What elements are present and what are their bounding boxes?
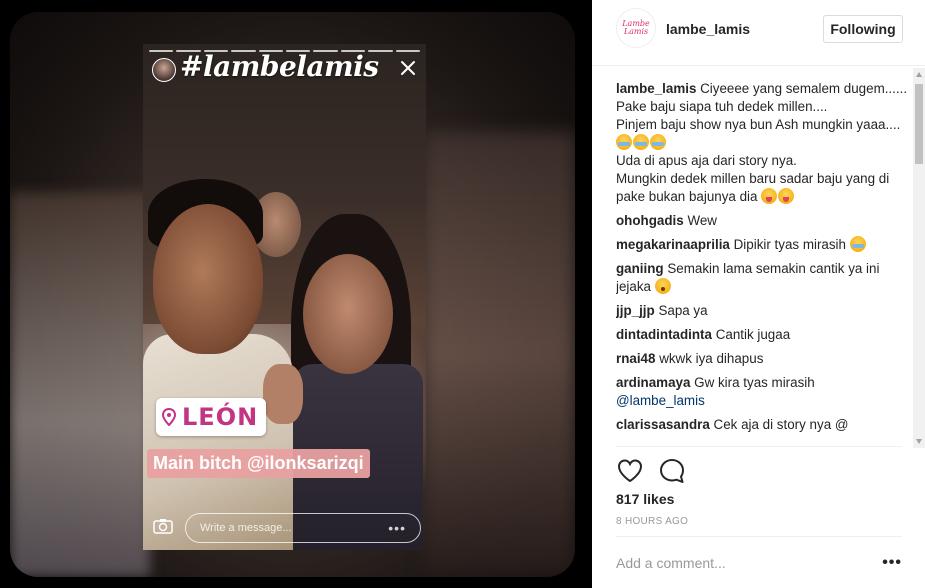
close-icon[interactable]: [398, 58, 418, 78]
crying-laughing-emoji-icon: [616, 134, 632, 150]
heart-icon[interactable]: [616, 457, 644, 485]
comment-username[interactable]: ardinamaya: [616, 375, 690, 390]
crying-laughing-emoji-icon: [650, 134, 666, 150]
caption-line-5: Mungkin dedek millen baru sadar baju yan…: [616, 171, 890, 204]
story-title: #lambelamis: [180, 50, 379, 83]
message-placeholder: Write a message...: [200, 522, 292, 534]
media-viewer: #lambelamis LEÓN Main bitch @ilonksarizq…: [0, 0, 592, 588]
location-sticker[interactable]: LEÓN: [156, 398, 267, 436]
more-options-button[interactable]: •••: [882, 554, 902, 572]
comment-text: Wew: [687, 213, 717, 228]
comment-username[interactable]: rnai48: [616, 351, 655, 366]
scroll-down-icon[interactable]: [916, 439, 922, 444]
avatar[interactable]: Lambe Lamis: [616, 8, 656, 48]
location-label: LEÓN: [182, 403, 259, 431]
comment-username[interactable]: jjp_jjp: [616, 303, 655, 318]
tongue-emoji-icon: [778, 188, 795, 204]
comment-bubble-icon[interactable]: [658, 457, 686, 485]
caption: lambe_lamis Ciyeeee yang semalem dugem..…: [616, 80, 908, 206]
list-item: ardinamaya Gw kira tyas mirasih @lambe_l…: [616, 374, 908, 410]
add-comment-field[interactable]: Add a comment... •••: [616, 536, 902, 588]
comments-scrollbar[interactable]: [913, 68, 925, 448]
message-input[interactable]: Write a message... •••: [185, 513, 421, 543]
post-timestamp[interactable]: 8 HOURS AGO: [616, 516, 688, 527]
person-right: [303, 254, 393, 374]
story-frame[interactable]: #lambelamis LEÓN Main bitch @ilonksarizq…: [143, 44, 426, 550]
surprised-emoji-icon: [654, 278, 671, 294]
comment-text: Sapa ya: [658, 303, 708, 318]
comment-input[interactable]: Add a comment...: [616, 555, 726, 571]
caption-line-1: Ciyeeee yang semalem dugem......: [700, 81, 908, 96]
mention-link[interactable]: @lambe_lamis: [616, 393, 705, 408]
story-avatar[interactable]: [152, 58, 176, 82]
post-actions: [616, 446, 902, 485]
comment-text: Gw kira tyas mirasih: [694, 375, 815, 390]
likes-count[interactable]: 817 likes: [616, 491, 674, 507]
camera-icon[interactable]: [153, 518, 173, 534]
comment-username[interactable]: clarissasandra: [616, 417, 710, 432]
comment-text: Dipikir tyas mirasih: [733, 237, 846, 252]
comment-username[interactable]: ohohgadis: [616, 213, 684, 228]
list-item: rnai48 wkwk iya dihapus: [616, 350, 908, 368]
avatar-logo: Lambe Lamis: [622, 19, 650, 36]
post-sidebar: Lambe Lamis lambe_lamis Following lambe_…: [592, 0, 925, 588]
scrollbar-thumb[interactable]: [915, 84, 923, 164]
caption-line-3: Pinjem baju show nya bun Ash mungkin yaa…: [616, 117, 901, 132]
mention-sticker[interactable]: Main bitch @ilonksarizqi: [147, 449, 370, 478]
post-header: Lambe Lamis lambe_lamis Following: [592, 0, 925, 66]
crying-laughing-emoji-icon: [849, 236, 866, 252]
comment-username[interactable]: megakarinaaprilia: [616, 237, 730, 252]
caption-username[interactable]: lambe_lamis: [616, 81, 696, 96]
caption-line-2: Pake baju siapa tuh dedek millen....: [616, 99, 828, 114]
list-item: ganiing Semakin lama semakin cantik ya i…: [616, 260, 908, 296]
list-item: megakarinaaprilia Dipikir tyas mirasih: [616, 236, 908, 254]
comment-username[interactable]: ganiing: [616, 261, 664, 276]
list-item: dintadintadinta Cantik jugaa: [616, 326, 908, 344]
header-username[interactable]: lambe_lamis: [666, 21, 750, 37]
comment-text: Cantik jugaa: [715, 327, 791, 342]
comment-text: wkwk iya dihapus: [659, 351, 764, 366]
scroll-up-icon[interactable]: [916, 72, 922, 77]
caption-line-4: Uda di apus aja dari story nya.: [616, 153, 797, 168]
location-pin-icon: [162, 408, 176, 426]
crying-laughing-emoji-icon: [633, 134, 649, 150]
list-item: ohohgadis Wew: [616, 212, 908, 230]
message-more-button[interactable]: •••: [388, 520, 406, 536]
following-button[interactable]: Following: [823, 15, 903, 43]
comments-list: lambe_lamis Ciyeeee yang semalem dugem..…: [616, 80, 908, 446]
person-left: [153, 204, 263, 354]
list-item: jjp_jjp Sapa ya: [616, 302, 908, 320]
comment-username[interactable]: dintadintadinta: [616, 327, 712, 342]
comment-text: Cek aja di story nya @: [713, 417, 849, 432]
list-item: clarissasandra Cek aja di story nya @: [616, 416, 908, 434]
tongue-emoji-icon: [761, 188, 778, 204]
